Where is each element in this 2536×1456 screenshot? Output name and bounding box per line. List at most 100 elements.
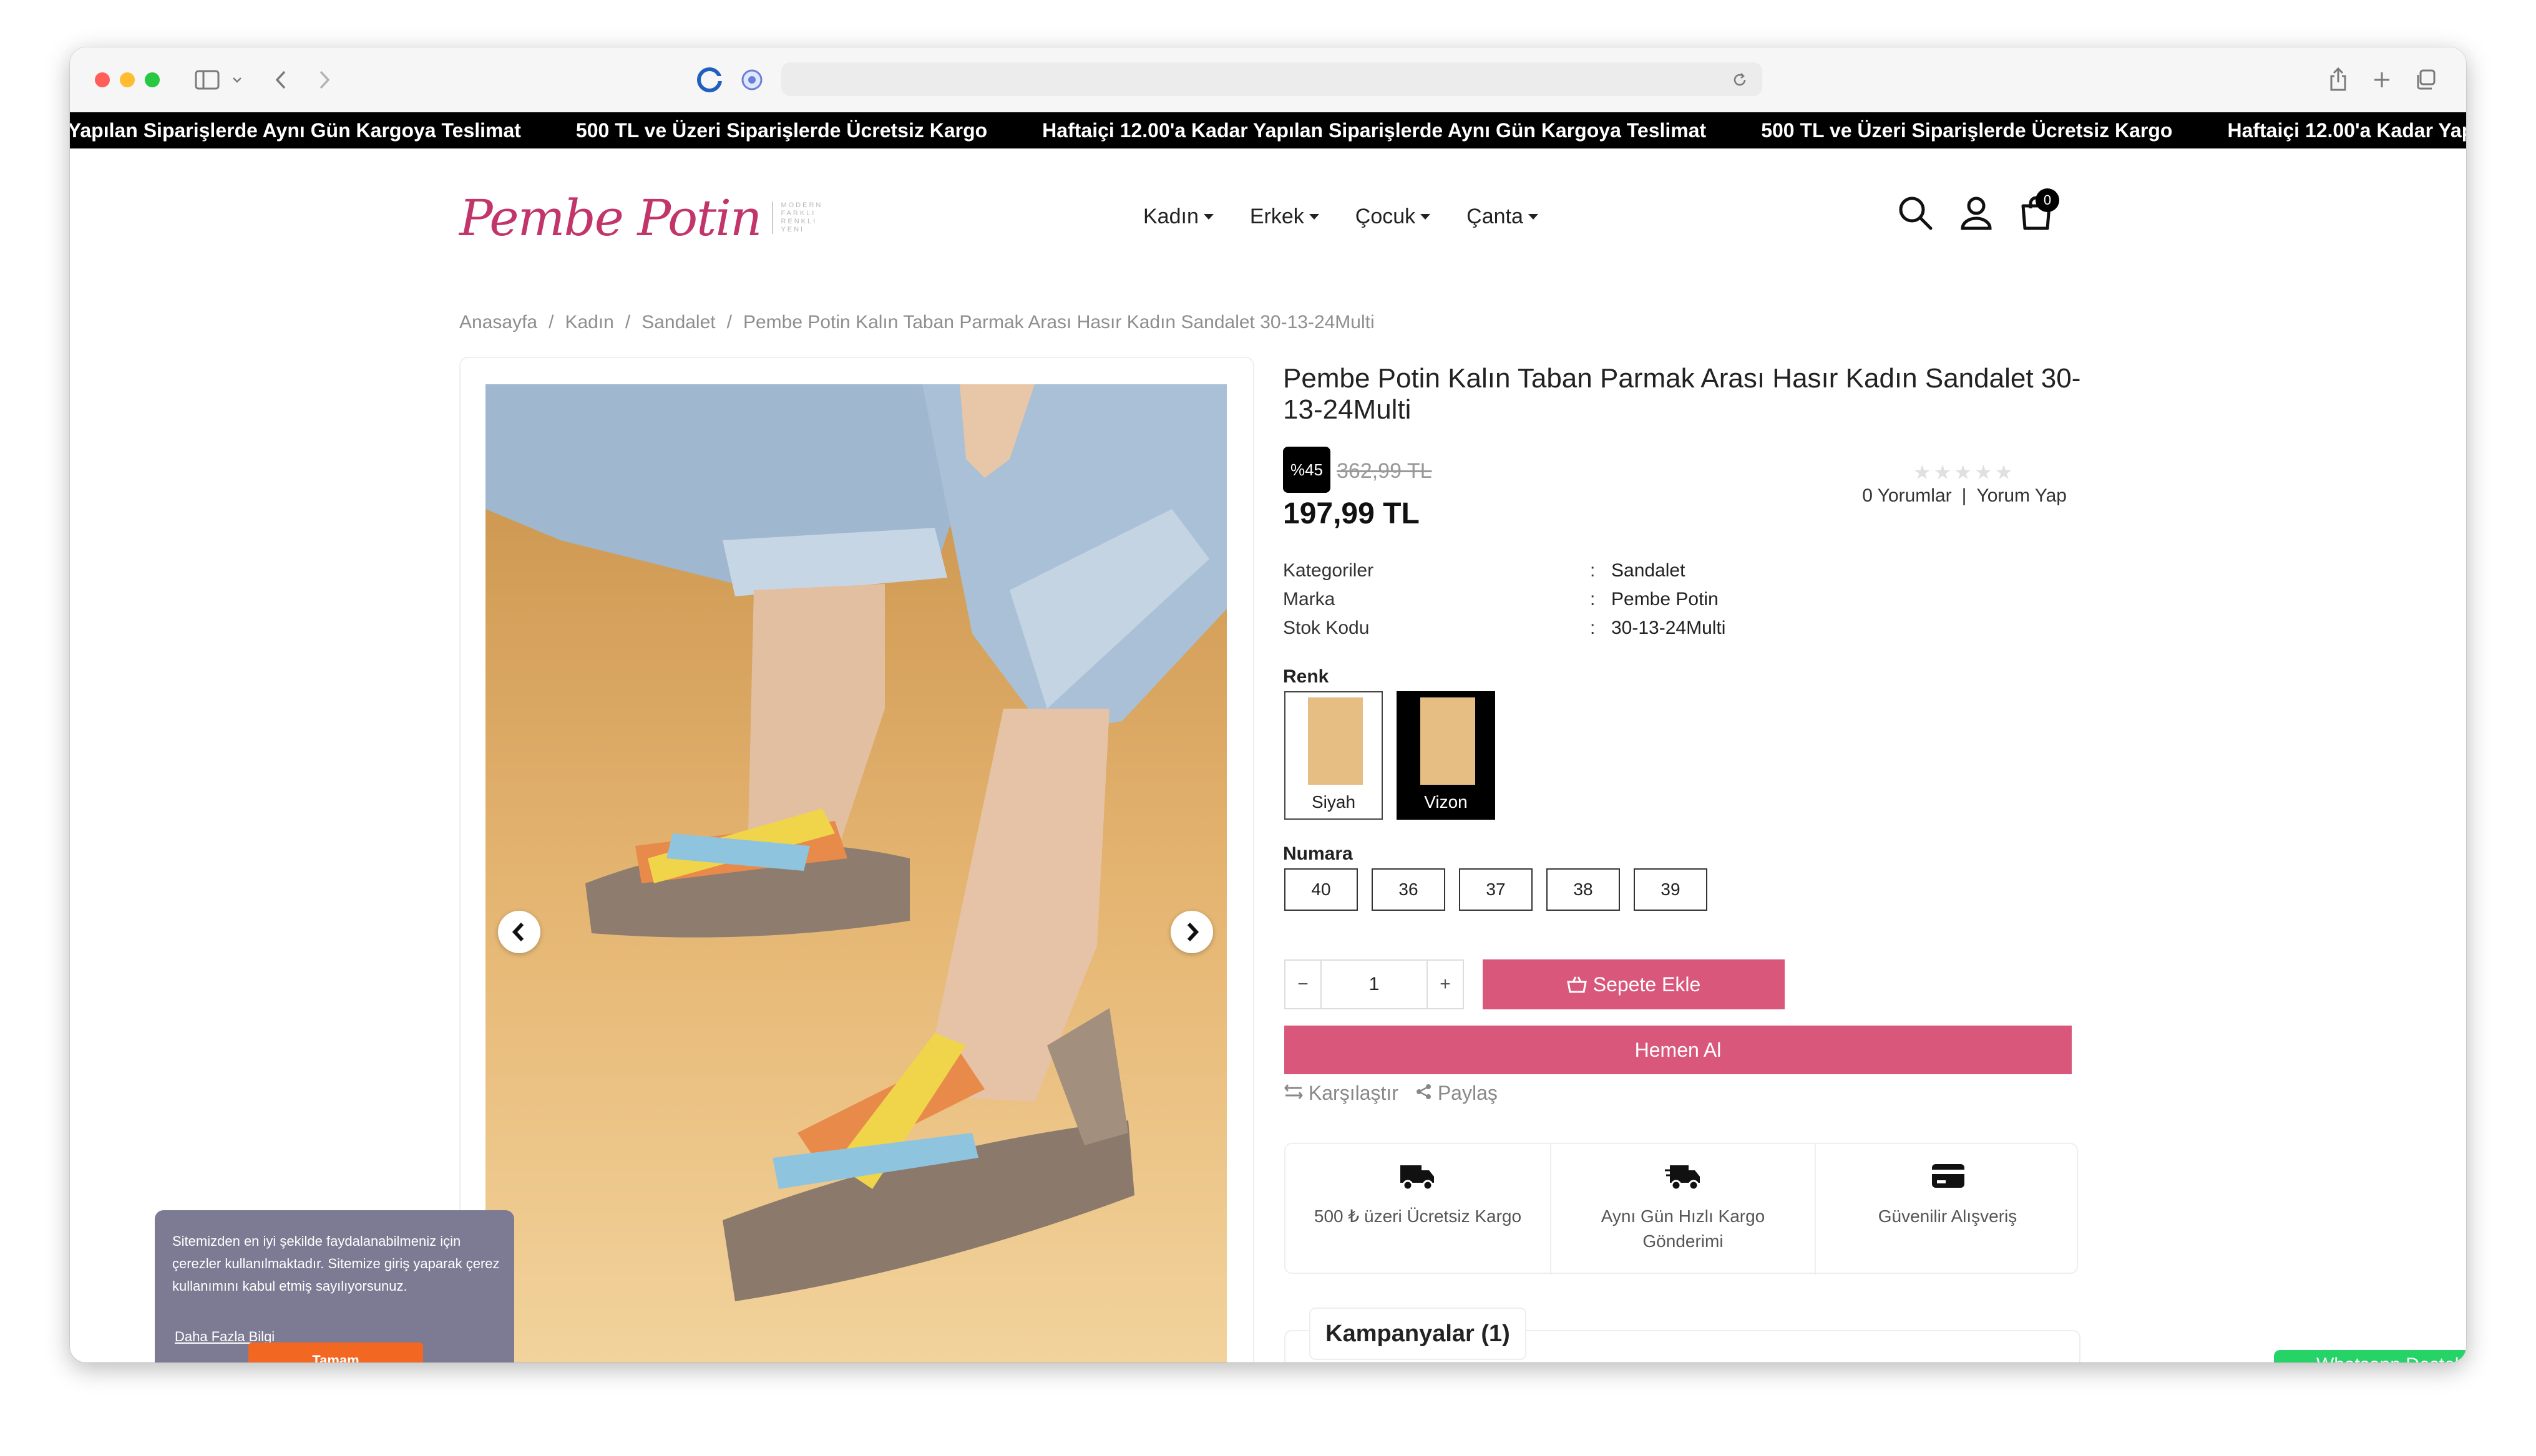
reload-icon[interactable] <box>1727 64 1752 96</box>
star-icon: ★ <box>1954 461 1973 483</box>
fast-truck-icon <box>1665 1160 1702 1191</box>
new-tab-icon[interactable] <box>2366 64 2397 96</box>
main-nav: Kadın Erkek Çocuk Çanta <box>1143 201 1538 232</box>
browser-toolbar <box>70 47 2466 113</box>
add-to-cart-button[interactable]: Sepete Ekle <box>1483 959 1785 1009</box>
size-option[interactable]: 40 <box>1284 868 1358 911</box>
tab-overview-icon[interactable] <box>2410 64 2441 96</box>
color-option-label: Vizon <box>1424 792 1468 812</box>
whatsapp-label: Whatsapp Destek Hattı <box>2316 1354 2466 1362</box>
write-review-link[interactable]: Yorum Yap <box>1976 485 2067 507</box>
extension-icon[interactable] <box>736 64 768 96</box>
cookie-text: Sitemizden en iyi şekilde faydalanabilme… <box>172 1233 500 1294</box>
rating-stars: ★ ★ ★ ★ ★ <box>1913 460 2012 484</box>
breadcrumb-separator: / <box>726 312 732 332</box>
star-icon: ★ <box>1913 461 1931 483</box>
spec-label: Marka <box>1283 589 1335 609</box>
share-icon[interactable] <box>2323 64 2354 96</box>
color-thumbnail <box>1420 697 1475 785</box>
size-option[interactable]: 38 <box>1546 868 1620 911</box>
whatsapp-support-button[interactable]: Whatsapp Destek Hattı <box>2274 1350 2466 1362</box>
size-label: Numara <box>1283 843 1353 864</box>
breadcrumb-link-kadin[interactable]: Kadın <box>565 312 613 333</box>
spec-label: Kategoriler <box>1283 560 1374 581</box>
logo-text: Pembe Potin <box>459 188 762 247</box>
chevron-left-icon <box>512 922 524 942</box>
reviews-separator: | <box>1961 485 1967 506</box>
compare-label: Karşılaştır <box>1308 1082 1398 1104</box>
ticker-item: Haftaiçi 12.00'a Kadar Yapılan Siparişle… <box>1042 119 1707 142</box>
nav-item-kadin[interactable]: Kadın <box>1143 201 1214 232</box>
cookie-accept-button[interactable]: Tamam <box>248 1342 423 1362</box>
size-option[interactable]: 36 <box>1372 868 1445 911</box>
star-icon: ★ <box>1933 461 1952 483</box>
breadcrumb-separator: / <box>625 312 631 332</box>
spec-value: 30-13-24Multi <box>1611 618 1726 638</box>
tab-campaigns[interactable]: Kampanyalar (1) <box>1309 1308 1526 1360</box>
reviews-row: 0 Yorumlar | Yorum Yap <box>1862 485 2067 507</box>
chevron-down-icon[interactable] <box>230 64 245 96</box>
buy-now-label: Hemen Al <box>1634 1038 1722 1061</box>
gallery-next-button[interactable] <box>1171 911 1213 953</box>
chevron-right-icon <box>1187 922 1199 942</box>
add-to-cart-label: Sepete Ekle <box>1592 973 1701 996</box>
quantity-increase-button[interactable]: + <box>1428 961 1463 1008</box>
product-image[interactable] <box>485 384 1227 1362</box>
discount-badge: %45 <box>1283 447 1330 493</box>
feature-text: Güvenilir Alışveriş <box>1878 1206 2017 1226</box>
ticker-item: 500 TL ve Üzeri Siparişlerde Ücretsiz Ka… <box>575 119 988 142</box>
breadcrumb-current: Pembe Potin Kalın Taban Parmak Arası Has… <box>743 312 1375 332</box>
nav-item-erkek[interactable]: Erkek <box>1250 201 1319 232</box>
compare-icon <box>1284 1084 1303 1099</box>
site-favicon-icon <box>694 64 725 96</box>
spec-value[interactable]: Sandalet <box>1611 560 1685 581</box>
site-logo[interactable]: Pembe Potin MODERN FARKLI RENKLI YENI <box>459 183 822 252</box>
spec-value[interactable]: Pembe Potin <box>1611 589 1719 610</box>
gallery-prev-button[interactable] <box>498 911 540 953</box>
search-icon[interactable] <box>1895 192 1936 233</box>
spec-label: Stok Kodu <box>1283 618 1370 638</box>
cart-count-badge: 0 <box>2036 188 2059 212</box>
credit-card-icon <box>1929 1160 1967 1191</box>
product-tools: Karşılaştır Paylaş <box>1284 1082 1498 1105</box>
quantity-input[interactable]: 1 <box>1320 961 1428 1008</box>
logo-tagline-line: YENI <box>781 226 805 233</box>
size-option[interactable]: 39 <box>1634 868 1707 911</box>
sidebar-toggle-icon[interactable] <box>188 64 226 96</box>
browser-window: r Yapılan Siparişlerde Aynı Gün Kargoya … <box>70 47 2466 1362</box>
spec-separator: : <box>1590 560 1596 581</box>
zoom-window-button[interactable] <box>145 72 160 87</box>
breadcrumb-link-sandalet[interactable]: Sandalet <box>641 312 715 333</box>
nav-item-canta[interactable]: Çanta <box>1466 201 1538 232</box>
quantity-stepper: − 1 + <box>1284 959 1464 1009</box>
feature-item: Aynı Gün Hızlı Kargo Gönderimi <box>1550 1144 1815 1275</box>
address-bar[interactable] <box>781 62 1762 96</box>
nav-label: Çanta <box>1466 204 1523 228</box>
compare-link[interactable]: Karşılaştır <box>1284 1082 1398 1105</box>
close-window-button[interactable] <box>95 72 110 87</box>
logo-tagline: MODERN FARKLI RENKLI YENI <box>772 201 822 234</box>
forward-icon[interactable] <box>312 64 337 96</box>
announcement-ticker: r Yapılan Siparişlerde Aynı Gün Kargoya … <box>70 112 2466 148</box>
minimize-window-button[interactable] <box>120 72 135 87</box>
logo-tagline-line: RENKLI <box>781 218 817 225</box>
breadcrumb-link-home[interactable]: Anasayfa <box>459 312 537 333</box>
size-option[interactable]: 37 <box>1459 868 1533 911</box>
buy-now-button[interactable]: Hemen Al <box>1284 1026 2072 1074</box>
user-icon[interactable] <box>1956 192 1997 233</box>
nav-item-cocuk[interactable]: Çocuk <box>1355 201 1431 232</box>
color-label: Renk <box>1283 666 1329 687</box>
back-icon[interactable] <box>268 64 293 96</box>
reviews-count-link[interactable]: 0 Yorumlar <box>1862 485 1951 507</box>
caret-down-icon <box>1203 213 1214 220</box>
quantity-decrease-button[interactable]: − <box>1285 961 1320 1008</box>
ticker-item: r Yapılan Siparişlerde Aynı Gün Kargoya … <box>70 119 521 142</box>
breadcrumb: Anasayfa / Kadın / Sandalet / Pembe Potin K… <box>459 312 1375 333</box>
caret-down-icon <box>1528 213 1538 220</box>
ticker-item: 500 TL ve Üzeri Siparişlerde Ücretsiz Ka… <box>1761 119 2173 142</box>
nav-label: Kadın <box>1143 204 1199 228</box>
share-link[interactable]: Paylaş <box>1416 1082 1498 1105</box>
product-title: Pembe Potin Kalın Taban Parmak Arası Has… <box>1283 363 2081 425</box>
color-option-siyah[interactable]: Siyah <box>1284 691 1383 820</box>
color-option-vizon[interactable]: Vizon <box>1397 691 1495 820</box>
